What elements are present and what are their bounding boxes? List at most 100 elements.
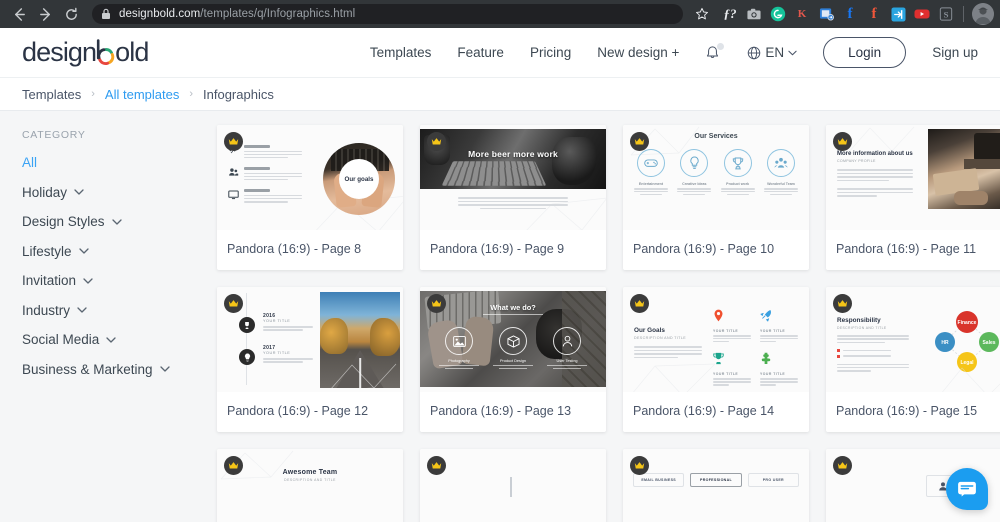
- sidebar-item-business-marketing[interactable]: Business & Marketing: [22, 362, 205, 377]
- crown-icon: [427, 294, 446, 313]
- photo-icon: [445, 327, 473, 355]
- facebook-extension-icon[interactable]: f: [839, 3, 861, 25]
- puzzle-icon: [761, 353, 771, 365]
- thumb-item-label: YOUR TITLE: [713, 372, 739, 377]
- team-icon: [766, 149, 795, 177]
- profile-avatar[interactable]: [972, 3, 994, 25]
- thumb-text: More beer more work: [468, 149, 558, 159]
- thumb-subtext: DESCRIPTION AND TITLE: [634, 336, 687, 340]
- nav-pricing[interactable]: Pricing: [530, 45, 571, 60]
- kami-extension-icon[interactable]: K: [791, 3, 813, 25]
- template-card[interactable]: Our goals Pandora (16:9) - Page 8: [217, 125, 403, 270]
- template-thumbnail: [420, 449, 606, 522]
- template-grid: Our goals Pandora (16:9) - Page 8 More b…: [217, 125, 1000, 522]
- location-pin-icon: [714, 309, 723, 322]
- language-selector[interactable]: EN: [747, 45, 797, 60]
- thumb-text: What we do?: [490, 303, 536, 312]
- crown-icon: [630, 456, 649, 475]
- template-card[interactable]: Our Goals DESCRIPTION AND TITLE YOUR TIT…: [623, 287, 809, 432]
- thumb-text: Responsibility: [837, 317, 881, 324]
- nav-templates[interactable]: Templates: [370, 45, 432, 60]
- thumb-item-label: YOUR TITLE: [760, 372, 786, 377]
- sidebar-item-all[interactable]: All: [22, 155, 205, 170]
- language-label: EN: [765, 45, 785, 60]
- sidebar-item-label: Lifestyle: [22, 243, 72, 259]
- breadcrumb-item-templates[interactable]: Templates: [22, 87, 81, 102]
- template-thumbnail: 2016 YOUR TITLE 2017 YOUR TITLE: [217, 287, 403, 392]
- nav-new-design[interactable]: New design +: [597, 45, 679, 60]
- designbold-logo[interactable]: design old: [22, 37, 149, 68]
- pricing-tab-email-business[interactable]: EMAIL BUSINESS: [633, 473, 685, 487]
- lock-icon: [101, 8, 111, 20]
- signup-link[interactable]: Sign up: [932, 45, 978, 60]
- toolbar-divider: [963, 6, 964, 22]
- template-card[interactable]: Our Services Entertainment Creative Idea…: [623, 125, 809, 270]
- thumb-item-label: User Testing: [556, 359, 578, 363]
- globe-icon: [748, 46, 761, 59]
- chat-support-button[interactable]: [946, 468, 988, 510]
- screenshot-camera-extension-icon[interactable]: [743, 3, 765, 25]
- template-card[interactable]: Awesome Team DESCRIPTION AND TITLE: [217, 449, 403, 522]
- thumb-subtext: DESCRIPTION AND TITLE: [837, 326, 887, 330]
- thumb-item-label: Entertainment: [638, 182, 664, 186]
- pricing-tab-pro-user[interactable]: PRO USER: [747, 473, 799, 487]
- template-card[interactable]: What we do? Photography Product Design U…: [420, 287, 606, 432]
- breadcrumb-item-infographics: Infographics: [203, 86, 274, 102]
- page-body: CATEGORY All Holiday Design Styles Lifes…: [0, 111, 1000, 522]
- notifications-button[interactable]: [705, 42, 725, 62]
- chevron-down-icon: [74, 189, 84, 195]
- back-button[interactable]: [6, 1, 32, 27]
- crown-icon: [833, 132, 852, 151]
- template-card[interactable]: Responsibility DESCRIPTION AND TITLE Fin…: [826, 287, 1000, 432]
- sidebar-item-label: Industry: [22, 302, 71, 318]
- sidebar-item-design-styles[interactable]: Design Styles: [22, 214, 205, 229]
- template-card[interactable]: More beer more work Pandora (16:9) - Pag…: [420, 125, 606, 270]
- nav-feature[interactable]: Feature: [457, 45, 504, 60]
- thumb-item-label: Product work: [726, 182, 750, 186]
- template-card[interactable]: More information about us COMPANY PROFIL…: [826, 125, 1000, 270]
- template-thumbnail: Our goals: [217, 125, 403, 230]
- font-inspector-extension-icon[interactable]: ƒ?: [719, 3, 741, 25]
- sidebar-item-lifestyle[interactable]: Lifestyle: [22, 244, 205, 259]
- svg-text:S: S: [944, 10, 949, 20]
- sidebar-item-label: All: [22, 155, 38, 170]
- sidebar-item-industry[interactable]: Industry: [22, 303, 205, 318]
- youtube-extension-icon[interactable]: [911, 3, 933, 25]
- sidebar-item-label: Design Styles: [22, 214, 105, 229]
- chevron-down-icon: [159, 366, 170, 372]
- template-card-title: Pandora (16:9) - Page 9: [430, 242, 565, 256]
- address-bar[interactable]: designbold.com/templates/q/Infographics.…: [92, 4, 683, 24]
- template-card[interactable]: EMAIL BUSINESS PROFESSIONAL PRO USER: [623, 449, 809, 522]
- chevron-down-icon: [111, 218, 122, 225]
- export-extension-icon[interactable]: [887, 3, 909, 25]
- extension-strip: ƒ? K f f S: [719, 3, 994, 25]
- bookmark-button[interactable]: [689, 4, 715, 24]
- trophy-icon: [723, 149, 752, 177]
- sidebar-item-invitation[interactable]: Invitation: [22, 273, 205, 288]
- clipboard-extension-icon[interactable]: [815, 3, 837, 25]
- breadcrumb-item-all-templates[interactable]: All templates: [105, 87, 179, 102]
- thumb-item-label: YOUR TITLE: [263, 319, 291, 323]
- template-card-title: Pandora (16:9) - Page 15: [836, 404, 978, 418]
- grammarly-extension-icon[interactable]: [767, 3, 789, 25]
- thumb-text: More information about us: [837, 151, 913, 157]
- template-card[interactable]: [420, 449, 606, 522]
- sidebar-item-social-media[interactable]: Social Media: [22, 332, 205, 347]
- forward-button[interactable]: [32, 1, 58, 27]
- stylish-extension-icon[interactable]: S: [935, 3, 957, 25]
- reload-button[interactable]: [58, 1, 84, 27]
- thumb-text: Our goals: [344, 175, 374, 183]
- chevron-down-icon: [78, 248, 89, 254]
- pricing-tab-professional[interactable]: PROFESSIONAL: [690, 473, 742, 487]
- box-icon: [499, 327, 527, 355]
- template-card-title: Pandora (16:9) - Page 14: [633, 404, 775, 418]
- template-card-title: Pandora (16:9) - Page 12: [227, 404, 369, 418]
- sidebar-item-label: Invitation: [22, 273, 77, 288]
- facebook-pixel-extension-icon[interactable]: f: [863, 3, 885, 25]
- template-thumbnail: EMAIL BUSINESS PROFESSIONAL PRO USER: [623, 449, 809, 522]
- sidebar-item-holiday[interactable]: Holiday: [22, 185, 205, 200]
- login-button[interactable]: Login: [823, 37, 907, 68]
- notification-dot: [717, 42, 725, 50]
- template-card[interactable]: 2016 YOUR TITLE 2017 YOUR TITLE Pandora …: [217, 287, 403, 432]
- crown-icon: [427, 132, 446, 151]
